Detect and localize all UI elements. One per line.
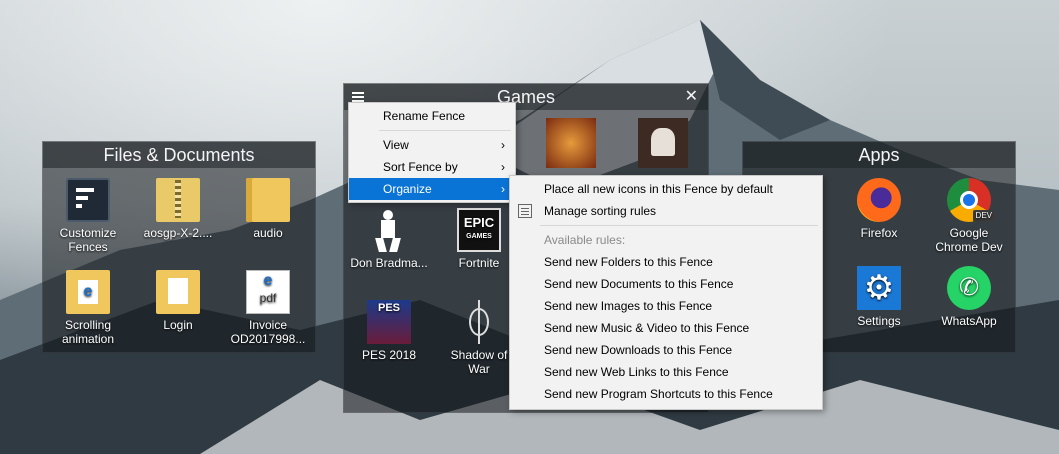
icon-invoice-pdf[interactable]: e pdf Invoice OD2017998... [228, 270, 308, 346]
rule-send-program-shortcuts[interactable]: Send new Program Shortcuts to this Fence [510, 383, 822, 405]
folder-icon [246, 178, 290, 222]
games-logo-text: GAMES [466, 233, 492, 240]
shadow-of-war-icon [457, 300, 501, 344]
rule-send-images[interactable]: Send new Images to this Fence [510, 295, 822, 317]
rule-send-web-links[interactable]: Send new Web Links to this Fence [510, 361, 822, 383]
pes-logo-text: PES [377, 302, 400, 314]
icon-label: Scrolling animation [61, 318, 115, 346]
gear-icon: ⚙ [857, 266, 901, 310]
rule-label: Send new Web Links to this Fence [544, 365, 729, 379]
icon-label: Google Chrome Dev [935, 226, 1003, 254]
menu-item-view[interactable]: View › [349, 134, 515, 156]
rule-send-music-video[interactable]: Send new Music & Video to this Fence [510, 317, 822, 339]
hamburger-icon[interactable] [352, 92, 364, 102]
firefox-icon [857, 178, 901, 222]
icon-don-bradman[interactable]: Don Bradma... [349, 208, 429, 270]
icon-login-folder[interactable]: Login [138, 270, 218, 332]
rule-label: Send new Program Shortcuts to this Fence [544, 387, 773, 401]
fences-app-icon [66, 178, 110, 222]
submenu-label: Manage sorting rules [544, 204, 657, 218]
menu-item-sort-fence-by[interactable]: Sort Fence by › [349, 156, 515, 178]
icon-label: Login [163, 318, 193, 332]
icon-settings[interactable]: ⚙ Settings [839, 266, 919, 328]
menu-item-label: Organize [383, 182, 432, 196]
edge-folder-icon: e [66, 270, 110, 314]
icon-label: Settings [857, 314, 901, 328]
icon-aosgp-zip[interactable]: aosgp-X-2.... [138, 178, 218, 240]
chevron-right-icon: › [501, 138, 505, 152]
icon-label: Fortnite [458, 256, 500, 270]
icon-label: Customize Fences [59, 226, 117, 254]
fence-title-files: Files & Documents [43, 142, 315, 168]
chevron-right-icon: › [501, 182, 505, 196]
menu-item-rename-fence[interactable]: Rename Fence [349, 105, 515, 127]
submenu-place-default[interactable]: Place all new icons in this Fence by def… [510, 178, 822, 200]
icon-pes-2018[interactable]: PES PES 2018 [349, 300, 429, 362]
icon-audio-folder[interactable]: audio [228, 178, 308, 240]
icon-shadow-of-war[interactable]: Shadow of War [439, 300, 519, 376]
organize-submenu: Place all new icons in this Fence by def… [509, 175, 823, 410]
menu-separator [540, 225, 818, 226]
menu-item-label: Sort Fence by [383, 160, 458, 174]
icon-label: Don Bradma... [350, 256, 428, 270]
fence-title-apps: Apps [743, 142, 1015, 168]
icon-scrolling-animation[interactable]: e Scrolling animation [48, 270, 128, 346]
available-rules-label: Available rules: [510, 229, 822, 251]
rule-send-documents[interactable]: Send new Documents to this Fence [510, 273, 822, 295]
chrome-dev-icon: DEV [947, 178, 995, 222]
submenu-manage-sorting-rules[interactable]: Manage sorting rules [510, 200, 822, 222]
close-icon[interactable]: ✕ [685, 84, 698, 110]
menu-item-organize[interactable]: Organize › [349, 178, 515, 200]
icon-fortnite[interactable]: EPIC GAMES Fortnite [439, 208, 519, 270]
rule-label: Send new Documents to this Fence [544, 277, 734, 291]
sorting-rules-icon [518, 204, 532, 218]
document-folder-icon [156, 270, 200, 314]
icon-whatsapp[interactable]: ✆ WhatsApp [929, 266, 1009, 328]
fence-files-documents[interactable]: Files & Documents Customize Fences aosgp… [42, 141, 316, 353]
game-icon-top-1[interactable] [546, 118, 596, 168]
available-rules-text: Available rules: [544, 233, 626, 247]
pes-cover-icon: PES [367, 300, 411, 344]
rule-label: Send new Downloads to this Fence [544, 343, 733, 357]
icon-chrome-dev[interactable]: DEV Google Chrome Dev [929, 178, 1009, 254]
game-icon-top-2[interactable] [638, 118, 688, 168]
menu-separator [379, 130, 511, 131]
menu-item-label: View [383, 138, 409, 152]
icon-firefox[interactable]: Firefox [839, 178, 919, 240]
rule-label: Send new Music & Video to this Fence [544, 321, 750, 335]
rule-send-folders[interactable]: Send new Folders to this Fence [510, 251, 822, 273]
icon-customize-fences[interactable]: Customize Fences [48, 178, 128, 254]
icon-label: Shadow of War [450, 348, 508, 376]
epic-games-icon: EPIC GAMES [457, 208, 501, 252]
zip-folder-icon [156, 178, 200, 222]
whatsapp-icon: ✆ [947, 266, 991, 310]
icon-label: Invoice OD2017998... [230, 318, 306, 346]
icon-label: audio [253, 226, 283, 240]
icon-label: PES 2018 [361, 348, 417, 362]
rule-send-downloads[interactable]: Send new Downloads to this Fence [510, 339, 822, 361]
pdf-file-icon: e pdf [246, 270, 290, 314]
menu-item-label: Rename Fence [383, 109, 466, 123]
rule-label: Send new Folders to this Fence [544, 255, 713, 269]
dev-badge: DEV [972, 210, 995, 222]
rule-label: Send new Images to this Fence [544, 299, 713, 313]
fence-context-menu: Rename Fence View › Sort Fence by › Orga… [348, 102, 516, 203]
icon-label: Firefox [860, 226, 898, 240]
cricket-player-icon [367, 208, 411, 252]
submenu-label: Place all new icons in this Fence by def… [544, 182, 773, 196]
icon-label: aosgp-X-2.... [143, 226, 213, 240]
icon-label: WhatsApp [941, 314, 997, 328]
epic-logo-text: EPIC [463, 215, 495, 230]
chevron-right-icon: › [501, 160, 505, 174]
